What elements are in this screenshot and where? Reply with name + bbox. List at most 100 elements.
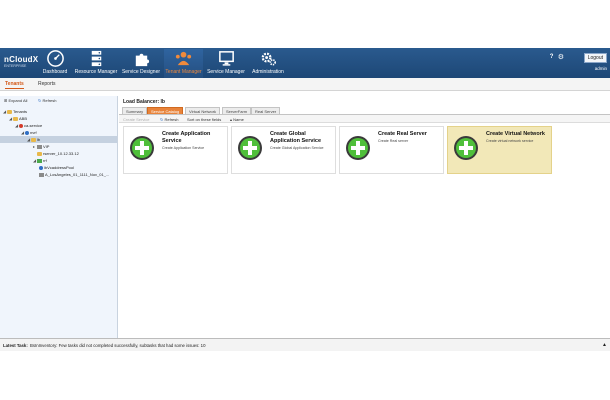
- status-label: Latest Task:: [3, 343, 28, 348]
- tab-real-server[interactable]: Real Server: [251, 107, 281, 114]
- nav-administration-label: Administration: [252, 69, 284, 75]
- server-icon: [37, 151, 42, 156]
- catalog-refresh-label: Refresh: [164, 117, 179, 122]
- top-navigation-bar: nCloudX ENTERPRISE Dashboard Resource Ma…: [0, 48, 610, 78]
- sort-arrow-icon: ▴: [230, 117, 233, 122]
- nav-administration[interactable]: Administration: [249, 49, 287, 78]
- card-create-application-service[interactable]: Create Application Service Create Applic…: [123, 126, 228, 174]
- sort-label: Sort on these fields: [187, 117, 222, 122]
- refresh-icon: ↻: [38, 98, 42, 103]
- tab-virtual-network[interactable]: Virtual Network: [185, 107, 221, 114]
- brand-logo: nCloudX ENTERPRISE: [4, 55, 38, 68]
- dashboard-gauge-icon: [46, 50, 64, 67]
- tree-node-label: rrf: [43, 158, 47, 163]
- tree-node-label: lb: [37, 137, 41, 142]
- expand-all-label: Expand All: [8, 98, 28, 103]
- tree-node-label: Tenants: [13, 109, 28, 114]
- plus-circle-icon: [238, 136, 262, 160]
- tree-refresh-button[interactable]: ↻ Refresh: [38, 98, 57, 103]
- folder-icon: [7, 109, 12, 114]
- tree-node-address-pool[interactable]: lbVcaddressPool: [39, 164, 74, 171]
- users-icon: [175, 51, 192, 66]
- tab-tenants[interactable]: Tenants: [5, 81, 24, 89]
- tree-node-label: ca-service: [24, 123, 43, 128]
- vrf-icon: [25, 130, 29, 135]
- help-icon[interactable]: ?: [550, 54, 554, 60]
- vip-icon: [37, 144, 42, 149]
- plus-circle-icon: [130, 136, 154, 160]
- brand-subtitle: ENTERPRISE: [4, 64, 27, 68]
- tree-refresh-label: Refresh: [42, 98, 57, 103]
- card-create-real-server[interactable]: Create Real Server Create Real server: [339, 126, 444, 174]
- tree-node-ca-service[interactable]: ◢ ca-service: [15, 122, 42, 129]
- card-title: Create Global Application Service: [270, 131, 322, 144]
- plus-circle-icon: [454, 136, 478, 160]
- tree-node-label: A_LosAngeles_01_1111_Nov_01_...: [45, 172, 110, 177]
- tree-node-rserver[interactable]: rserver_10.12.33.12: [37, 150, 79, 157]
- load-balancer-icon: [31, 137, 36, 142]
- logout-button[interactable]: Logout: [583, 53, 607, 63]
- tree-node-tenants[interactable]: ◢ Tenants: [3, 108, 27, 115]
- catalog-refresh-button[interactable]: ↻ Refresh: [160, 117, 179, 122]
- refresh-icon: ↻: [160, 117, 164, 122]
- tree-node-lb[interactable]: ◢ lb: [0, 136, 117, 143]
- tab-reports[interactable]: Reports: [38, 81, 56, 87]
- tree-node-abb[interactable]: ◢ ABB: [9, 115, 27, 122]
- nav-resource-manager-label: Resource Manager: [74, 69, 118, 75]
- nav-tenant-manager-label: Tenant Manager: [165, 69, 202, 75]
- card-create-global-application-service[interactable]: Create Global Application Service Create…: [231, 126, 336, 174]
- card-title: Create Real Server: [378, 131, 427, 137]
- card-description: Create Application Service: [162, 146, 205, 150]
- tree-node-label: lbVcaddressPool: [44, 165, 75, 170]
- tab-summary[interactable]: Summary: [122, 107, 148, 114]
- expand-all-button[interactable]: ⊞ Expand All: [4, 98, 27, 103]
- top-right-controls: ? ⚙ Logout admin: [550, 53, 607, 71]
- tree-node-label: VIP: [43, 144, 50, 149]
- tree-node-nvrf[interactable]: ◢ nvrf: [21, 129, 37, 136]
- server-stack-icon: [91, 50, 101, 67]
- nav-service-manager[interactable]: Service Manager: [206, 49, 246, 78]
- plus-circle-icon: [346, 136, 370, 160]
- folder-icon: [13, 116, 18, 121]
- tree-node-vip[interactable]: ▸ VIP: [33, 143, 49, 150]
- nav-service-manager-label: Service Manager: [207, 69, 245, 75]
- secondary-tab-bar: Tenants Reports: [0, 78, 610, 91]
- tab-service-catalog[interactable]: Service Catalog: [147, 107, 184, 114]
- service-icon: [19, 123, 23, 128]
- card-description: Create virtual network service: [486, 139, 534, 143]
- nav-service-designer[interactable]: Service Designer: [121, 49, 161, 78]
- tree-toolbar: ⊞ Expand All ↻ Refresh: [0, 98, 118, 106]
- card-title: Create Virtual Network: [486, 131, 545, 137]
- expand-all-icon: ⊞: [4, 98, 8, 103]
- status-bar: Latest Task: BsInInventory: Few tasks di…: [0, 338, 610, 351]
- tree-node-rrf[interactable]: ◢ rrf: [33, 157, 47, 164]
- node-icon: [39, 172, 44, 177]
- page-title: Load Balancer: lb: [123, 99, 165, 105]
- puzzle-icon: [135, 53, 149, 67]
- sort-name-button[interactable]: ▴ Name: [230, 117, 244, 122]
- card-description: Create Global Application Service: [270, 146, 324, 150]
- nav-dashboard-label: Dashboard: [42, 69, 68, 75]
- farm-icon: [37, 158, 42, 163]
- sort-name-label: Name: [233, 117, 244, 122]
- card-description: Create Real server: [378, 139, 409, 143]
- expand-status-icon[interactable]: ▲: [602, 342, 607, 348]
- tab-serverfarm[interactable]: ServerFarm: [222, 107, 252, 114]
- create-service-button[interactable]: Create Service: [123, 117, 149, 122]
- gears-icon: [261, 52, 276, 66]
- app-window: nCloudX ENTERPRISE Dashboard Resource Ma…: [0, 48, 610, 351]
- card-create-virtual-network[interactable]: Create Virtual Network Create virtual ne…: [447, 126, 552, 174]
- brand-name: nCloudX: [4, 55, 39, 64]
- monitor-icon: [218, 51, 234, 66]
- settings-gear-icon[interactable]: ⚙: [558, 53, 564, 61]
- nav-tenant-manager[interactable]: Tenant Manager: [164, 49, 203, 78]
- status-message: BsInInventory: Few tasks did not complet…: [30, 343, 206, 348]
- nav-resource-manager[interactable]: Resource Manager: [74, 49, 118, 78]
- tree-node-los-angeles[interactable]: A_LosAngeles_01_1111_Nov_01_...: [39, 171, 109, 178]
- card-title: Create Application Service: [162, 131, 211, 144]
- current-user-label[interactable]: admin: [595, 66, 607, 71]
- tenant-tree-panel: ⊞ Expand All ↻ Refresh ◢ Tenants ◢ ABB ◢ ca…: [0, 96, 118, 338]
- tree-node-label: ABB: [19, 116, 28, 121]
- nav-service-designer-label: Service Designer: [121, 69, 161, 75]
- nav-dashboard[interactable]: Dashboard: [40, 49, 70, 78]
